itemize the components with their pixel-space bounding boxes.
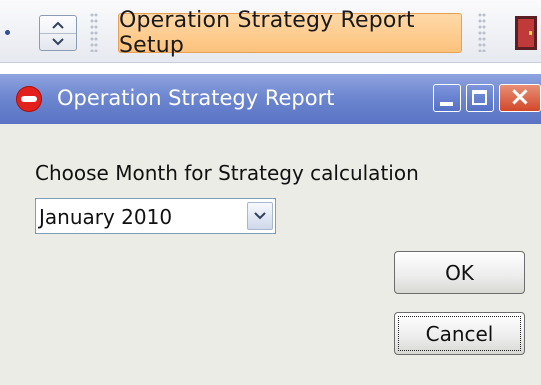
toolbar-grip-icon[interactable]	[478, 12, 486, 52]
month-select-value: January 2010	[39, 205, 173, 229]
toolbar: Operation Strategy Report Setup	[0, 0, 541, 63]
toolbar-bullet-icon	[5, 30, 10, 35]
minimize-button[interactable]	[433, 84, 461, 112]
report-setup-button[interactable]: Operation Strategy Report Setup	[118, 8, 462, 58]
exit-door-icon[interactable]	[512, 14, 540, 52]
dialog-title: Operation Strategy Report	[57, 86, 335, 110]
close-icon: ×	[509, 82, 531, 112]
ok-button-label: OK	[445, 260, 474, 285]
report-setup-label: Operation Strategy Report Setup	[119, 8, 415, 58]
month-prompt-label: Choose Month for Strategy calculation	[35, 161, 419, 185]
close-button[interactable]: ×	[499, 82, 541, 112]
toolbar-grip-icon[interactable]	[90, 12, 98, 52]
maximize-button[interactable]	[466, 84, 494, 112]
app-icon	[16, 86, 42, 112]
spin-up-icon[interactable]	[40, 16, 76, 34]
spin-down-icon[interactable]	[40, 33, 76, 50]
chevron-down-icon[interactable]	[247, 202, 273, 230]
ok-button[interactable]: OK	[394, 251, 525, 294]
cancel-button[interactable]: Cancel	[394, 312, 525, 355]
month-select[interactable]: January 2010	[35, 198, 276, 234]
cancel-button-label: Cancel	[425, 321, 494, 346]
spin-control[interactable]	[39, 15, 77, 51]
